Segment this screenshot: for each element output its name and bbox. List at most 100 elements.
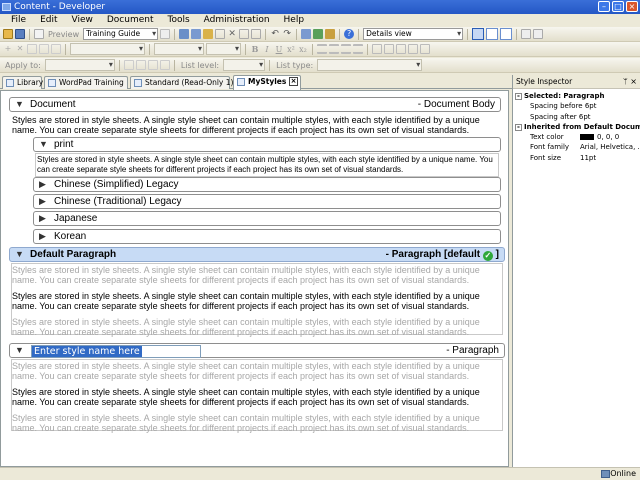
view-details-icon[interactable] [472, 28, 485, 40]
toolbar-separator [339, 28, 341, 40]
redo-icon[interactable]: ↷ [282, 29, 292, 39]
expand-icon[interactable]: ▶ [39, 178, 46, 191]
expand-icon[interactable]: ▶ [39, 230, 46, 243]
publish-icon[interactable] [325, 29, 336, 39]
close-panel-icon[interactable]: × [630, 77, 637, 86]
menu-help[interactable]: Help [277, 14, 312, 27]
tab-library[interactable]: Library [2, 76, 44, 89]
preview-button[interactable]: Preview [46, 30, 81, 39]
list-level-select[interactable] [223, 59, 266, 71]
bullets-icon[interactable] [123, 60, 134, 70]
find-icon[interactable] [215, 29, 226, 39]
align-left-icon[interactable] [317, 44, 327, 54]
open-icon[interactable] [3, 29, 13, 39]
outdent-icon[interactable] [384, 44, 394, 54]
main-toolbar: Preview Training Guide ✕ ↶ ↷ ? Details v… [0, 27, 640, 42]
italic-button[interactable]: I [262, 45, 272, 54]
preview-icon[interactable] [34, 29, 44, 39]
style-row-chinese-simplified[interactable]: ▶ Chinese (Simplified) Legacy [33, 177, 501, 192]
align-right-icon[interactable] [341, 44, 351, 54]
pin-icon[interactable]: ᛘ [623, 77, 628, 86]
section-label: Inherited from Default Document [524, 122, 640, 131]
numbering-icon[interactable] [135, 60, 146, 70]
border-icon[interactable] [408, 44, 418, 54]
section-label: Selected: Paragraph [524, 92, 605, 100]
duplicate-icon[interactable] [239, 29, 250, 39]
list-type-select[interactable] [317, 59, 423, 71]
menu-edit[interactable]: Edit [33, 14, 64, 27]
new-item-icon[interactable] [251, 29, 262, 39]
menu-administration[interactable]: Administration [197, 14, 277, 27]
subscript-button[interactable]: x₂ [298, 45, 308, 54]
collapse-icon[interactable]: ▼ [15, 248, 24, 261]
properties-icon[interactable] [160, 29, 171, 39]
toolbar-separator [245, 43, 246, 55]
bold-button[interactable]: B [250, 44, 260, 54]
view-select[interactable]: Details view [363, 28, 464, 40]
list-indent-icon[interactable] [147, 60, 158, 70]
tab-standard[interactable]: Standard (Read-Only 1) [130, 76, 233, 89]
translate-icon[interactable] [313, 29, 324, 39]
remove-icon[interactable]: ✕ [15, 44, 25, 54]
collapse-icon[interactable]: ▼ [15, 98, 24, 111]
inherited-section[interactable]: -Inherited from Default Document [515, 122, 640, 132]
superscript-button[interactable]: x² [286, 45, 296, 54]
selected-section[interactable]: - Selected: Paragraph [515, 91, 640, 101]
paste-icon[interactable] [203, 29, 214, 39]
close-tab-icon[interactable]: × [289, 77, 298, 86]
list-outdent-icon[interactable] [159, 60, 170, 70]
undo-icon[interactable]: ↶ [270, 29, 280, 39]
view-columns-icon[interactable] [500, 28, 513, 40]
help-icon[interactable]: ? [344, 29, 355, 39]
copy-icon[interactable] [191, 29, 202, 39]
image-icon[interactable] [51, 44, 61, 54]
shading-icon[interactable] [420, 44, 430, 54]
table-icon[interactable] [396, 44, 406, 54]
underline-button[interactable]: U [274, 45, 284, 54]
spellcheck-icon[interactable] [301, 29, 312, 39]
style-row-korean[interactable]: ▶ Korean [33, 229, 501, 244]
project-select[interactable]: Training Guide [83, 28, 159, 40]
font-select[interactable] [154, 43, 204, 55]
collapse-icon[interactable]: ▼ [15, 344, 24, 357]
maximize-button[interactable]: □ [612, 1, 624, 12]
save-icon[interactable] [15, 29, 25, 39]
minimize-button[interactable]: – [598, 1, 610, 12]
link-icon[interactable] [39, 44, 49, 54]
collapse-icon[interactable]: - [515, 93, 522, 100]
preview-after-text: Styles are stored in style sheets. A sin… [12, 317, 480, 337]
expand-icon[interactable]: ▶ [39, 195, 46, 208]
menu-document[interactable]: Document [100, 14, 161, 27]
style-row-default-paragraph[interactable]: ▼ Default Paragraph - Paragraph [default… [9, 247, 505, 262]
align-center-icon[interactable] [329, 44, 339, 54]
style-row-document[interactable]: ▼ Document - Document Body [9, 97, 501, 112]
apply-to-select[interactable] [44, 59, 115, 71]
tab-mystyles[interactable]: MyStyles × [233, 75, 301, 90]
style-select[interactable] [70, 43, 145, 55]
style-row-print[interactable]: ▼ print [33, 137, 501, 152]
toolbar-separator [467, 28, 469, 40]
export-icon[interactable] [521, 29, 532, 39]
menu-file[interactable]: File [4, 14, 33, 27]
justify-icon[interactable] [353, 44, 363, 54]
options-icon[interactable] [533, 29, 544, 39]
close-window-button[interactable]: × [626, 1, 638, 12]
cut-icon[interactable] [179, 29, 190, 39]
ok-icon[interactable] [27, 44, 37, 54]
expand-icon[interactable]: ▶ [39, 212, 46, 225]
collapse-icon[interactable]: - [515, 123, 522, 131]
insert-icon[interactable]: + [3, 44, 13, 54]
collapse-icon[interactable]: ▼ [39, 138, 48, 151]
menu-view[interactable]: View [65, 14, 100, 27]
view-split-icon[interactable] [486, 28, 499, 40]
style-name-input[interactable]: Enter style name here [31, 345, 201, 358]
tab-label: Library [17, 78, 44, 87]
window-title: Content - Developer [14, 2, 106, 12]
style-row-chinese-traditional[interactable]: ▶ Chinese (Traditional) Legacy [33, 194, 501, 209]
menu-tools[interactable]: Tools [161, 14, 197, 27]
delete-icon[interactable]: ✕ [227, 29, 237, 39]
style-row-japanese[interactable]: ▶ Japanese [33, 211, 501, 226]
tab-wordpad-training[interactable]: WordPad Training [44, 76, 128, 89]
font-size-select[interactable] [206, 43, 241, 55]
indent-icon[interactable] [372, 44, 382, 54]
